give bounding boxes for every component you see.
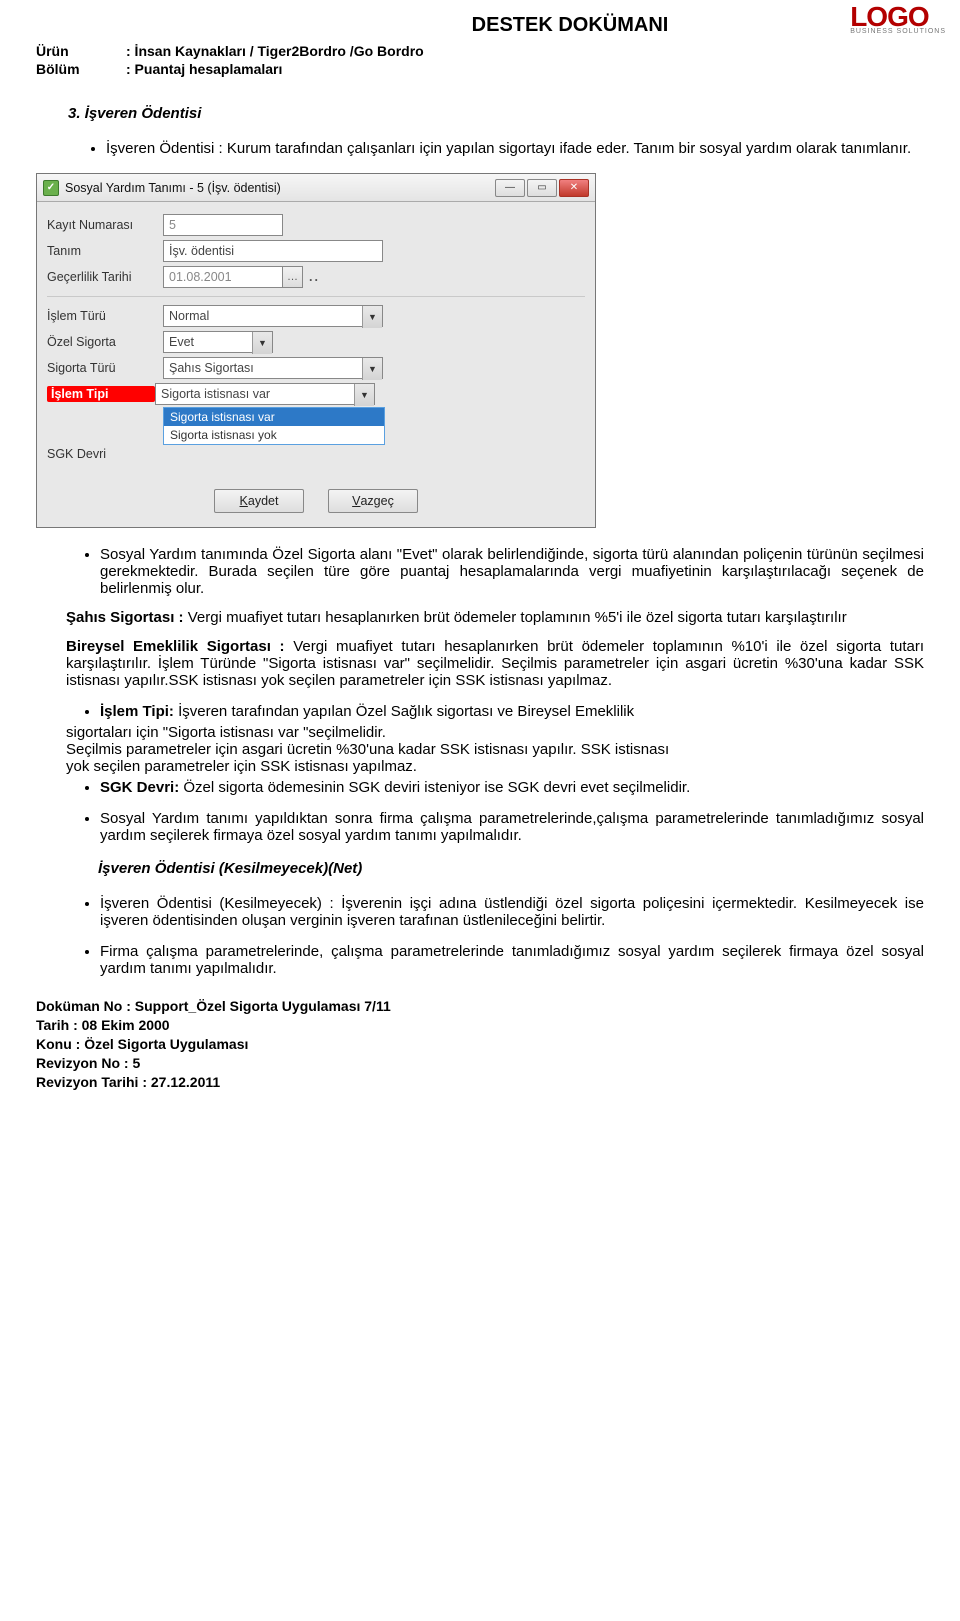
logo-subtext: BUSINESS SOLUTIONS — [850, 28, 946, 35]
islem-tipi-rest1: sigortaları için "Sigorta istisnası var … — [66, 724, 924, 741]
sub-heading-kesilmeyecek: İşveren Ödentisi (Kesilmeyecek)(Net) — [98, 860, 924, 877]
form-divider — [47, 296, 585, 297]
chevron-down-icon: ▼ — [362, 358, 382, 380]
meta-bolum-label: Bölüm — [36, 61, 126, 77]
close-button[interactable]: ✕ — [559, 179, 589, 197]
islem-tipi-value: Sigorta istisnası var — [161, 387, 270, 401]
sigorta-turu-select[interactable]: Şahıs Sigortası ▼ — [163, 357, 383, 379]
kayit-no-label: Kayıt Numarası — [47, 218, 163, 232]
sahis-text: Vergi muafiyet tutarı hesaplanırken brüt… — [184, 609, 847, 626]
islem-tipi-dropdown[interactable]: Sigorta istisnası var Sigorta istisnası … — [163, 407, 385, 445]
date-extra-dots: .. — [309, 270, 320, 284]
sigorta-turu-label: Sigorta Türü — [47, 361, 163, 375]
logo-text: LOGO — [850, 6, 946, 28]
maximize-button[interactable]: ▭ — [527, 179, 557, 197]
islem-tipi-bullet: İşlem Tipi: İşveren tarafından yapılan Ö… — [100, 703, 924, 720]
sosyal-yardim-bullet: Sosyal Yardım tanımı yapıldıktan sonra f… — [100, 810, 924, 844]
chevron-down-icon: ▼ — [362, 306, 382, 328]
window-titlebar[interactable]: ✓ Sosyal Yardım Tanımı - 5 (İşv. ödentis… — [37, 174, 595, 202]
save-button[interactable]: Kaydet — [214, 489, 304, 513]
dropdown-option-yok[interactable]: Sigorta istisnası yok — [164, 426, 384, 444]
intro-bullet: İşveren Ödentisi : Kurum tarafından çalı… — [106, 140, 924, 157]
sgk-bullet: SGK Devri: Özel sigorta ödemesinin SGK d… — [100, 779, 924, 796]
footer-tarih: Tarih : 08 Ekim 2000 — [36, 1016, 924, 1035]
sgk-head: SGK Devri: — [100, 779, 179, 796]
sahis-head: Şahıs Sigortası : — [66, 609, 184, 626]
sgk-text: Özel sigorta ödemesinin SGK deviri isten… — [179, 779, 690, 796]
minimize-button[interactable]: — — [495, 179, 525, 197]
footer-konu: Konu : Özel Sigorta Uygulaması — [36, 1035, 924, 1054]
chevron-down-icon: ▼ — [252, 332, 272, 354]
save-button-rest: aydet — [248, 494, 279, 508]
footer-revizyon-no: Revizyon No : 5 — [36, 1054, 924, 1073]
tanim-input[interactable]: İşv. ödentisi — [163, 240, 383, 262]
islem-tipi-head: İşlem Tipi: — [100, 703, 174, 720]
meta-urun-label: Ürün — [36, 43, 126, 59]
footer-dokuman-no: Doküman No : Support_Özel Sigorta Uygula… — [36, 997, 924, 1016]
date-picker-button[interactable]: … — [283, 266, 303, 288]
window-title: Sosyal Yardım Tanımı - 5 (İşv. ödentisi) — [65, 181, 281, 195]
kayit-no-input[interactable]: 5 — [163, 214, 283, 236]
page-title: DESTEK DOKÜMANI — [216, 14, 924, 37]
islem-turu-label: İşlem Türü — [47, 309, 163, 323]
cancel-button-rest: azgeç — [360, 494, 393, 508]
sahis-paragraph: Şahıs Sigortası : Vergi muafiyet tutarı … — [66, 609, 924, 626]
gecerlilik-label: Geçerlilik Tarihi — [47, 270, 163, 284]
meta-urun-value: : İnsan Kaynakları / Tiger2Bordro /Go Bo… — [126, 43, 424, 59]
ozel-sigorta-select[interactable]: Evet ▼ — [163, 331, 273, 353]
tanim-label: Tanım — [47, 244, 163, 258]
islem-tipi-rest2: Seçilmis parametreler için asgari ücreti… — [66, 741, 924, 758]
body-bullet-1: Sosyal Yardım tanımında Özel Sigorta ala… — [100, 546, 924, 597]
brand-logo: LOGO BUSINESS SOLUTIONS — [850, 6, 946, 35]
islem-turu-value: Normal — [169, 309, 209, 323]
meta-bolum-value: : Puantaj hesaplamaları — [126, 61, 282, 77]
islem-tipi-select[interactable]: Sigorta istisnası var ▼ — [155, 383, 375, 405]
footer-revizyon-tarihi: Revizyon Tarihi : 27.12.2011 — [36, 1073, 924, 1092]
chevron-down-icon: ▼ — [354, 384, 374, 406]
islem-turu-select[interactable]: Normal ▼ — [163, 305, 383, 327]
window-app-icon: ✓ — [43, 180, 59, 196]
gecerlilik-input[interactable]: 01.08.2001 — [163, 266, 283, 288]
sgk-devri-label: SGK Devri — [47, 447, 163, 461]
islem-tipi-rest3: yok seçilen parametreler için SSK istisn… — [66, 758, 924, 775]
dialog-window: ✓ Sosyal Yardım Tanımı - 5 (İşv. ödentis… — [36, 173, 596, 528]
section-heading: 3. İşveren Ödentisi — [68, 105, 924, 122]
kesilmeyecek-bullet: İşveren Ödentisi (Kesilmeyecek) : İşvere… — [100, 895, 924, 929]
dropdown-option-var[interactable]: Sigorta istisnası var — [164, 408, 384, 426]
sigorta-turu-value: Şahıs Sigortası — [169, 361, 254, 375]
bireysel-head: Bireysel Emeklilik Sigortası : — [66, 638, 285, 655]
page-footer: Doküman No : Support_Özel Sigorta Uygula… — [36, 997, 924, 1091]
bireysel-paragraph: Bireysel Emeklilik Sigortası : Vergi mua… — [66, 638, 924, 689]
ozel-sigorta-label: Özel Sigorta — [47, 335, 163, 349]
islem-tipi-text: İşveren tarafından yapılan Özel Sağlık s… — [174, 703, 634, 720]
firma-bullet: Firma çalışma parametrelerinde, çalışma … — [100, 943, 924, 977]
islem-tipi-label: İşlem Tipi — [47, 386, 155, 402]
cancel-button[interactable]: Vazgeç — [328, 489, 418, 513]
ozel-sigorta-value: Evet — [169, 335, 194, 349]
